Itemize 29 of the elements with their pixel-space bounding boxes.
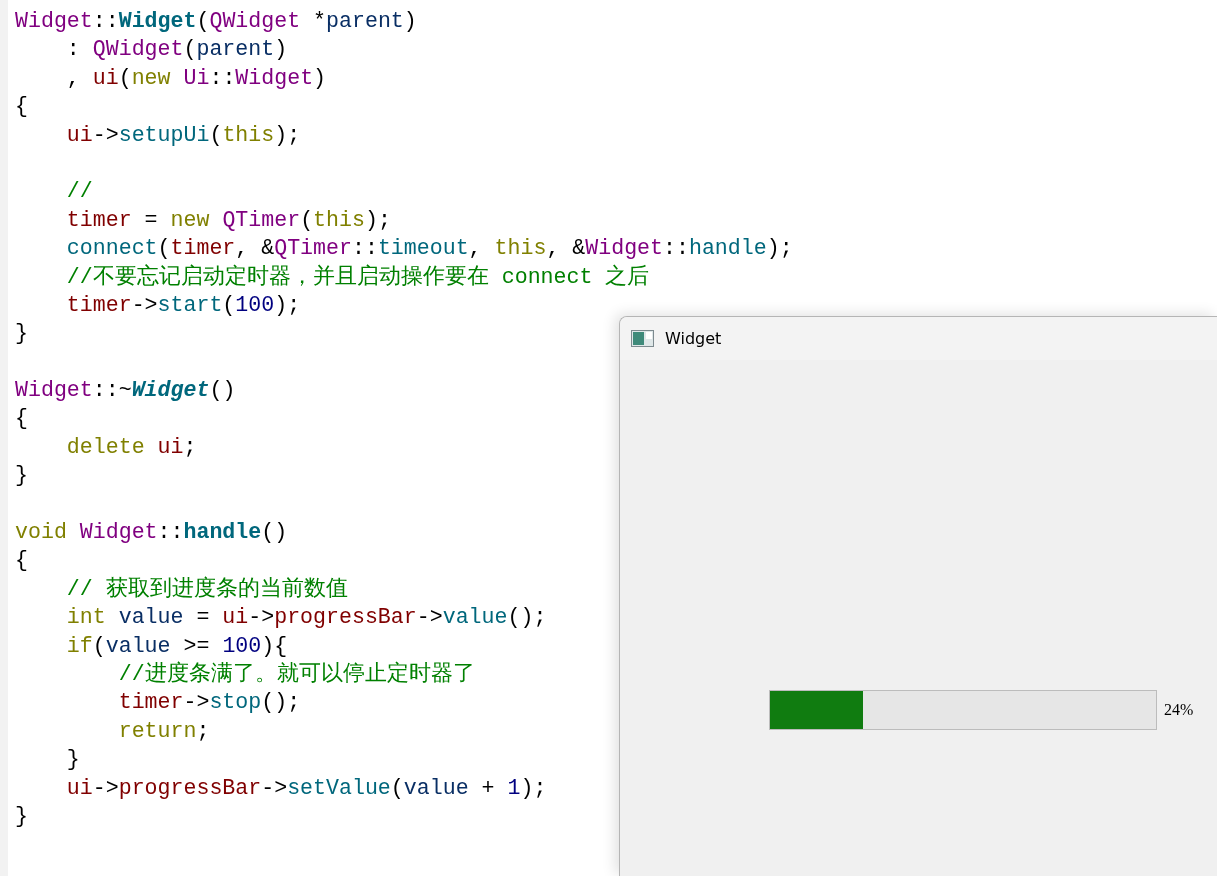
- code-line: }: [15, 462, 28, 490]
- code-line: ui->progressBar->setValue(value + 1);: [65, 774, 547, 802]
- code-line: timer = new QTimer(this);: [65, 206, 391, 234]
- code-comment: //: [65, 178, 93, 206]
- code-comment: // 获取到进度条的当前数值: [65, 575, 348, 603]
- progress-percent: 24%: [1164, 700, 1194, 720]
- code-line: {: [15, 547, 28, 575]
- code-line: , ui(new Ui::Widget): [65, 64, 327, 92]
- code-line: timer->start(100);: [65, 291, 301, 319]
- code-line: : QWidget(parent): [65, 36, 288, 64]
- code-line: return;: [117, 717, 210, 745]
- code-line: Widget::Widget(QWidget *parent): [15, 8, 417, 35]
- code-line: {: [15, 405, 28, 433]
- code-line: int value = ui->progressBar->value();: [65, 604, 547, 632]
- code-line: connect(timer, &QTimer::timeout, this, &Widget::handle);: [65, 235, 793, 263]
- code-line: Widget::~Widget(): [15, 377, 236, 405]
- code-line: ui->setupUi(this);: [65, 121, 301, 149]
- code-line: }: [15, 802, 28, 830]
- code-line: {: [15, 93, 28, 121]
- code-line: }: [65, 746, 80, 774]
- code-line: delete ui;: [65, 433, 197, 461]
- code-comment: //进度条满了。就可以停止定时器了: [117, 660, 475, 688]
- code-line: timer->stop();: [117, 689, 301, 717]
- code-line: }: [15, 320, 28, 348]
- code-line: void Widget::handle(): [15, 519, 288, 547]
- code-line: if(value >= 100){: [65, 632, 288, 660]
- window-title: Widget: [665, 329, 722, 348]
- code-comment: //不要忘记启动定时器，并且启动操作要在 connect 之后: [65, 263, 650, 291]
- window-icon: [631, 330, 654, 347]
